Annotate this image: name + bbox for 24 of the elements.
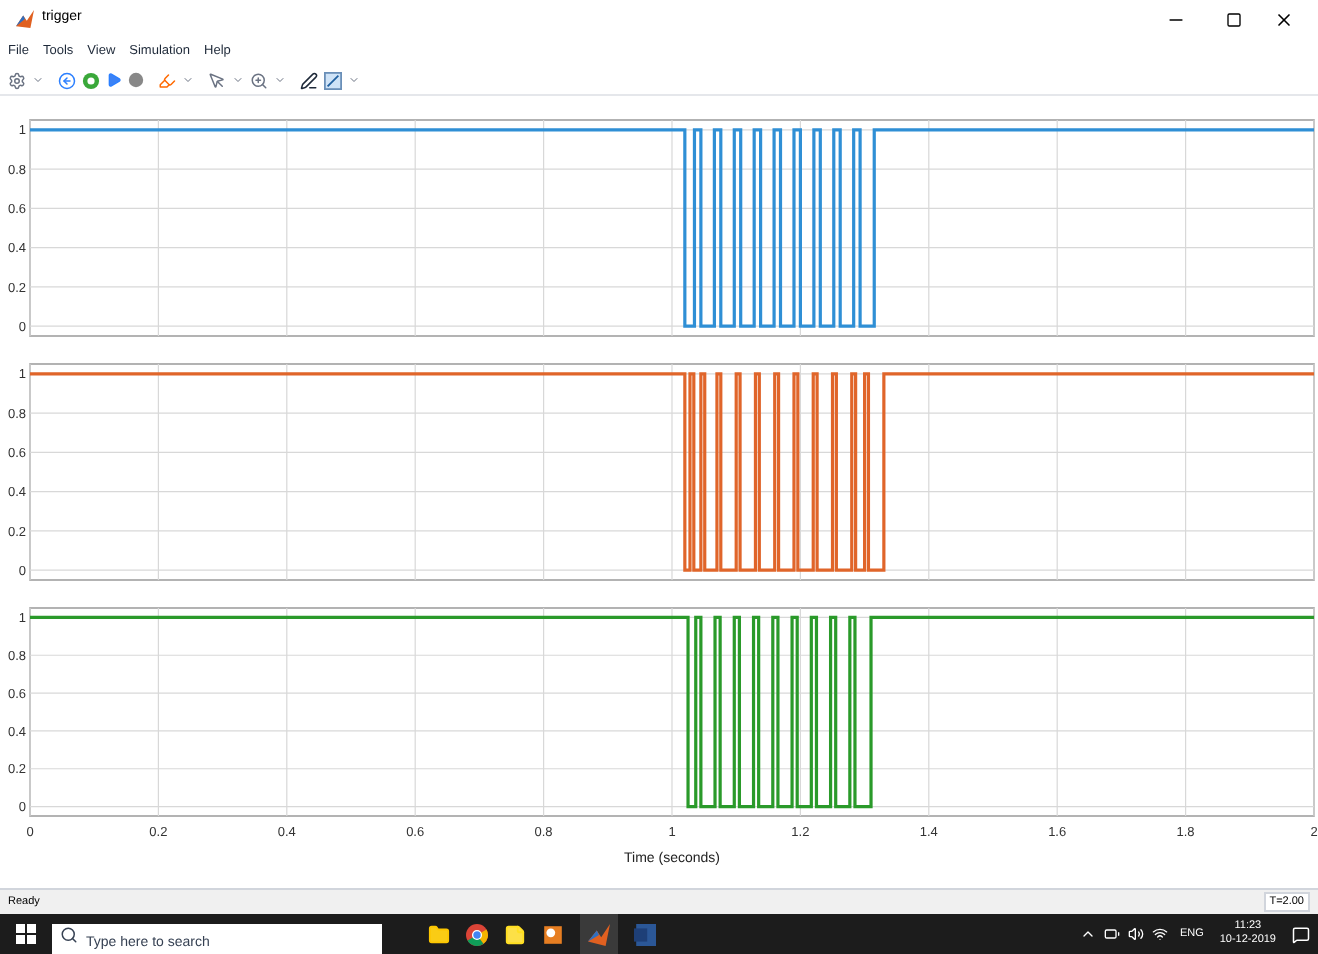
play-icon[interactable] <box>106 72 122 89</box>
cursor-icon[interactable] <box>208 71 226 90</box>
active-app-icon[interactable] <box>580 914 618 954</box>
close-icon[interactable] <box>1274 9 1294 30</box>
battery-icon[interactable] <box>1103 926 1120 943</box>
app-logo-icon <box>16 10 34 29</box>
highlight-icon[interactable] <box>158 71 176 90</box>
presentation-icon[interactable] <box>542 923 564 946</box>
sticky-note-icon[interactable] <box>504 923 526 946</box>
search-icon <box>60 925 78 944</box>
style-icon[interactable] <box>324 71 342 90</box>
step-back-icon[interactable] <box>58 71 76 90</box>
pen-icon[interactable] <box>300 71 318 90</box>
settings-icon[interactable] <box>8 71 26 90</box>
notification-icon[interactable] <box>1292 925 1310 944</box>
wifi-icon[interactable] <box>1151 926 1168 943</box>
browser-icon[interactable] <box>466 923 488 946</box>
zoom-icon[interactable] <box>250 71 268 90</box>
speaker-icon[interactable] <box>1127 926 1144 943</box>
run-icon[interactable] <box>82 71 100 90</box>
maximize-icon[interactable] <box>1226 11 1242 28</box>
windows-logo-icon[interactable] <box>16 924 36 945</box>
folder-icon[interactable] <box>428 923 450 946</box>
stop-icon[interactable] <box>128 72 144 89</box>
